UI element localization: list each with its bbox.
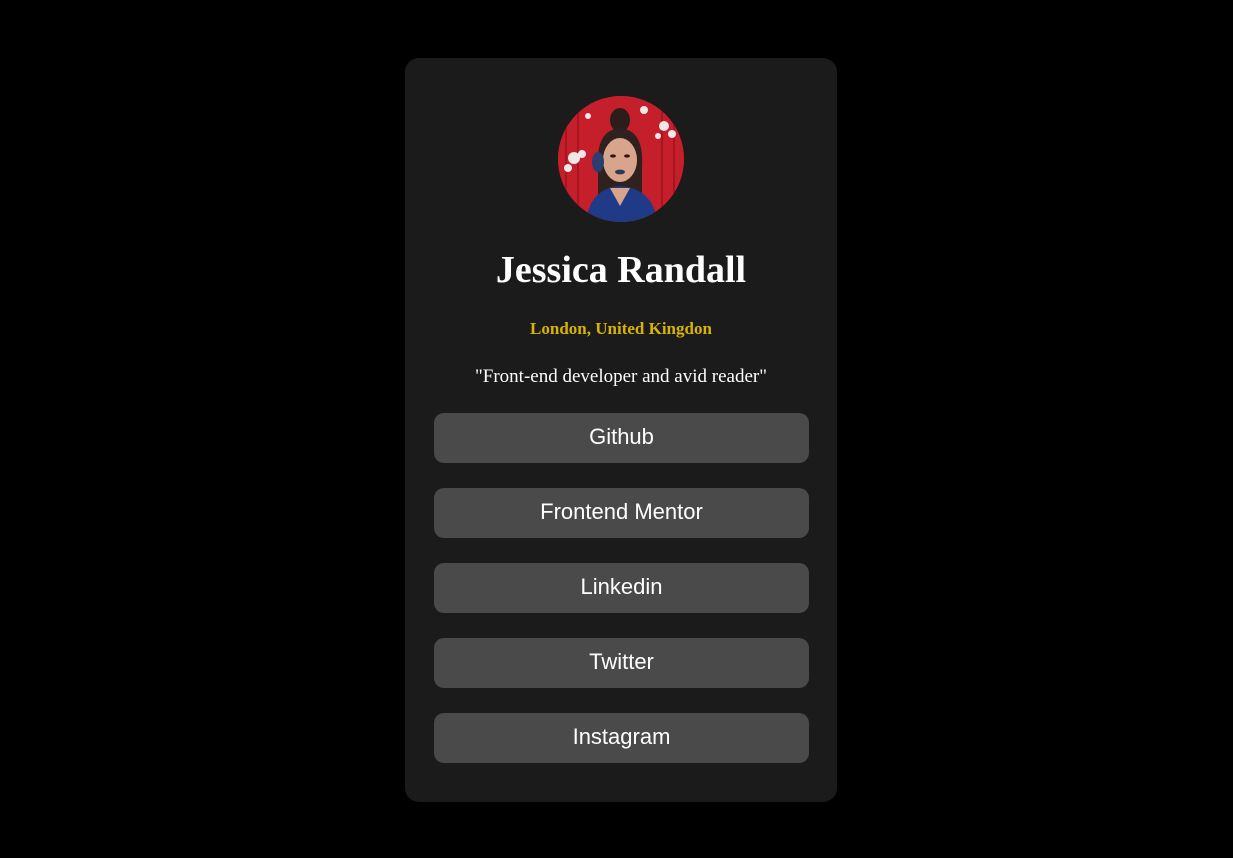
profile-bio: "Front-end developer and avid reader" <box>475 366 767 387</box>
github-link-button[interactable]: Github <box>434 413 809 463</box>
avatar-photo-icon <box>558 96 684 222</box>
profile-location: London, United Kingdon <box>530 319 712 338</box>
profile-name: Jessica Randall <box>495 249 747 291</box>
social-links: Github Frontend Mentor Linkedin Twitter … <box>434 413 809 788</box>
twitter-link-button[interactable]: Twitter <box>434 638 809 688</box>
profile-card: Jessica Randall London, United Kingdon "… <box>405 58 837 802</box>
avatar <box>558 96 684 222</box>
linkedin-link-button[interactable]: Linkedin <box>434 563 809 613</box>
instagram-link-button[interactable]: Instagram <box>434 713 809 763</box>
frontend-mentor-link-button[interactable]: Frontend Mentor <box>434 488 809 538</box>
